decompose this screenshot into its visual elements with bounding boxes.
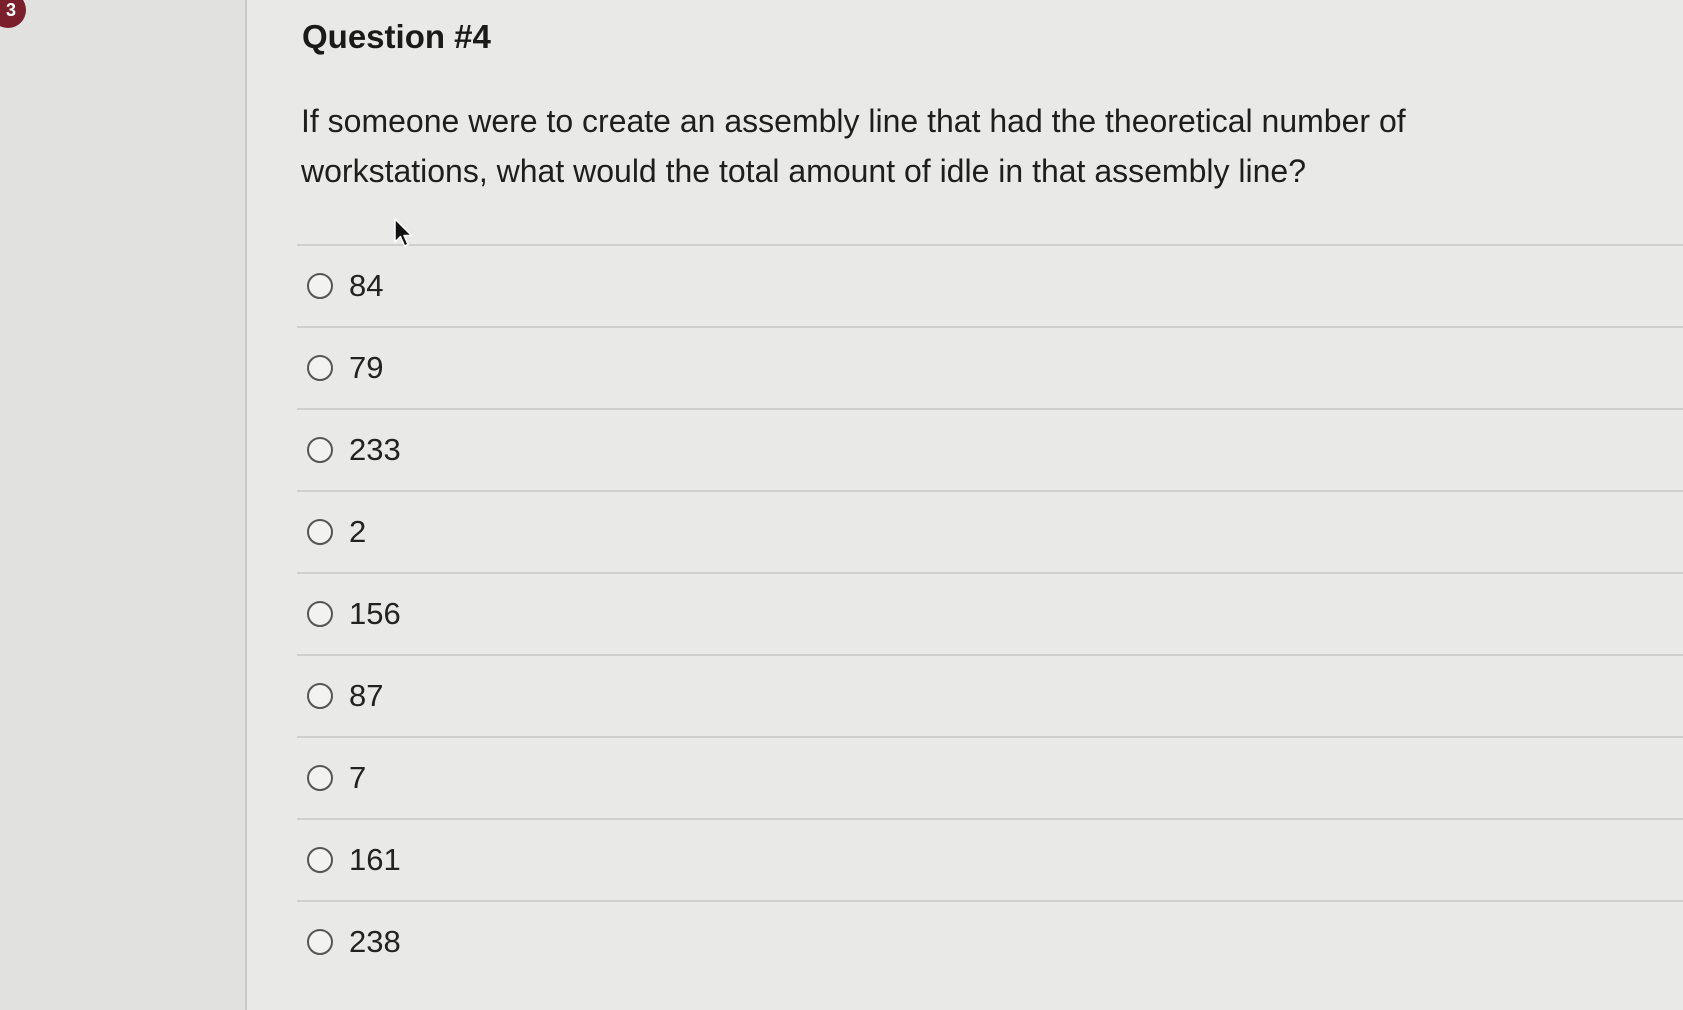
left-sidebar: 3: [0, 0, 247, 1010]
answer-options: 84 79 233 2 156 87 7 161 238: [297, 244, 1683, 982]
answer-option[interactable]: 233: [297, 408, 1683, 490]
answer-option[interactable]: 238: [297, 900, 1683, 982]
radio-unchecked-icon[interactable]: [307, 765, 333, 791]
question-title: Question #4: [302, 18, 491, 55]
radio-unchecked-icon[interactable]: [307, 437, 333, 463]
radio-unchecked-icon[interactable]: [307, 683, 333, 709]
answer-option-label: 87: [349, 678, 384, 713]
answer-option-label: 2: [349, 514, 367, 549]
radio-unchecked-icon[interactable]: [307, 847, 333, 873]
answer-option[interactable]: 7: [297, 736, 1683, 818]
question-number-badge: 3: [0, 0, 26, 28]
answer-option-label: 238: [349, 924, 401, 959]
answer-option[interactable]: 156: [297, 572, 1683, 654]
answer-option-label: 7: [349, 760, 367, 795]
answer-option-label: 79: [349, 350, 384, 385]
question-panel: Question #4 If someone were to create an…: [247, 0, 1683, 1010]
answer-option[interactable]: 79: [297, 326, 1683, 408]
answer-option[interactable]: 2: [297, 490, 1683, 572]
answer-option[interactable]: 87: [297, 654, 1683, 736]
radio-unchecked-icon[interactable]: [307, 273, 333, 299]
answer-option-label: 84: [349, 268, 384, 303]
answer-option[interactable]: 161: [297, 818, 1683, 900]
answer-option[interactable]: 84: [297, 244, 1683, 326]
radio-unchecked-icon[interactable]: [307, 355, 333, 381]
radio-unchecked-icon[interactable]: [307, 519, 333, 545]
answer-option-label: 233: [349, 432, 401, 467]
radio-unchecked-icon[interactable]: [307, 601, 333, 627]
answer-option-label: 161: [349, 842, 401, 877]
answer-option-label: 156: [349, 596, 401, 631]
question-text: If someone were to create an assembly li…: [301, 103, 1406, 189]
mouse-pointer-icon: [394, 218, 413, 247]
radio-unchecked-icon[interactable]: [307, 929, 333, 955]
